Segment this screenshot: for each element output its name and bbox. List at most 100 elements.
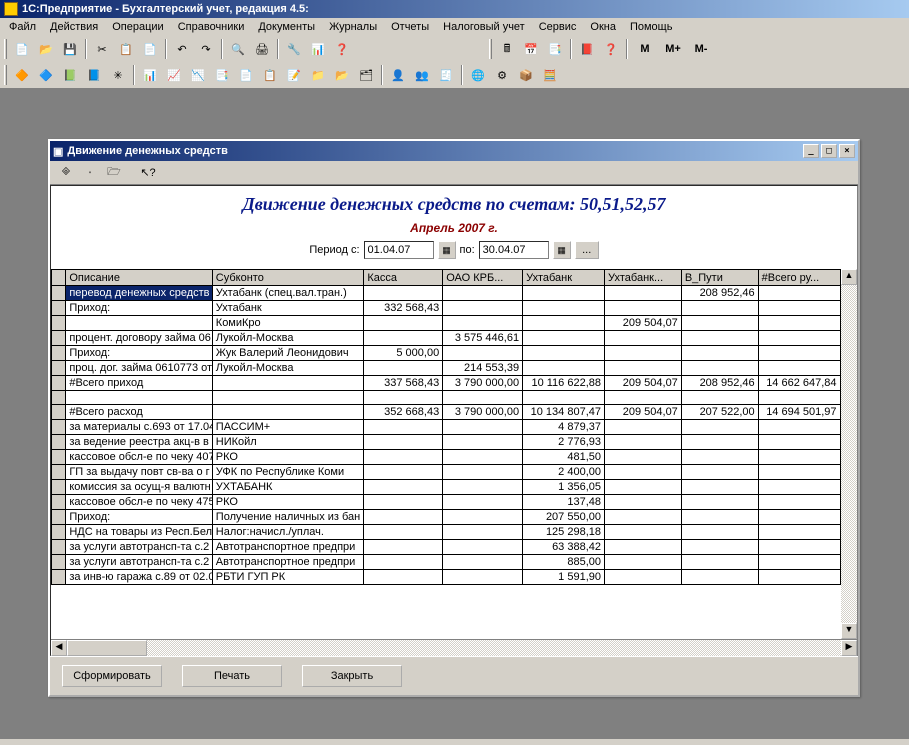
menu-operations[interactable]: Операции bbox=[105, 19, 170, 35]
cell[interactable] bbox=[605, 570, 682, 585]
period-more-button[interactable]: ... bbox=[575, 241, 599, 259]
print-icon[interactable]: 🖨 bbox=[251, 38, 273, 60]
paste-icon[interactable]: 📄 bbox=[139, 38, 161, 60]
cell[interactable] bbox=[523, 361, 605, 376]
cell[interactable] bbox=[364, 465, 443, 480]
row-marker[interactable] bbox=[52, 540, 66, 555]
table-row[interactable]: кассовое обсл-е по чеку 407РКО481,50 bbox=[52, 450, 857, 465]
cell[interactable]: ГП за выдачу повт св-ва о г bbox=[66, 465, 212, 480]
calc-icon[interactable]: 🖩 bbox=[496, 38, 518, 60]
tree-icon[interactable]: 🗁 bbox=[104, 163, 124, 183]
cell[interactable] bbox=[681, 480, 758, 495]
cell[interactable] bbox=[758, 361, 840, 376]
cell[interactable]: 125 298,18 bbox=[523, 525, 605, 540]
cell[interactable] bbox=[758, 540, 840, 555]
col-total[interactable]: #Всего ру... bbox=[758, 270, 840, 286]
cell[interactable]: 5 000,00 bbox=[364, 346, 443, 361]
table-row[interactable]: проц. дог. займа 0610773 отЛукойл-Москва… bbox=[52, 361, 857, 376]
row-marker[interactable] bbox=[52, 495, 66, 510]
cell[interactable]: Ухтабанк bbox=[212, 301, 364, 316]
cell[interactable]: РБТИ ГУП РК bbox=[212, 570, 364, 585]
horizontal-scrollbar[interactable]: ◀ ▶ bbox=[51, 639, 857, 655]
cell[interactable] bbox=[523, 286, 605, 301]
table-row[interactable]: #Всего приход337 568,433 790 000,0010 11… bbox=[52, 376, 857, 391]
t2-icon[interactable]: 🔶 bbox=[11, 64, 33, 86]
help-icon[interactable]: ❓ bbox=[600, 38, 622, 60]
cut-icon[interactable]: ✂ bbox=[91, 38, 113, 60]
cell[interactable] bbox=[364, 555, 443, 570]
cell[interactable]: Автотранспортное предпри bbox=[212, 540, 364, 555]
cell[interactable]: 214 553,39 bbox=[443, 361, 523, 376]
child-titlebar[interactable]: ▣ Движение денежных средств _ □ × bbox=[50, 141, 858, 161]
cell[interactable] bbox=[443, 391, 523, 405]
cell[interactable] bbox=[758, 525, 840, 540]
menu-journals[interactable]: Журналы bbox=[322, 19, 384, 35]
cell[interactable]: 14 694 501,97 bbox=[758, 405, 840, 420]
cell[interactable]: РКО bbox=[212, 450, 364, 465]
tool-icon[interactable]: 📑 bbox=[544, 38, 566, 60]
row-marker[interactable] bbox=[52, 525, 66, 540]
menu-documents[interactable]: Документы bbox=[251, 19, 322, 35]
t2-icon[interactable]: 🗂 bbox=[355, 64, 377, 86]
col-oao-krb[interactable]: ОАО КРБ... bbox=[443, 270, 523, 286]
cell[interactable]: 10 134 807,47 bbox=[523, 405, 605, 420]
cell[interactable] bbox=[364, 420, 443, 435]
grip-icon[interactable] bbox=[4, 39, 7, 59]
col-uhtabank[interactable]: Ухтабанк bbox=[523, 270, 605, 286]
cell[interactable]: 332 568,43 bbox=[364, 301, 443, 316]
open-icon[interactable]: 📂 bbox=[35, 38, 57, 60]
cell[interactable] bbox=[443, 480, 523, 495]
cell[interactable]: за услуги автотрансп-та с.2 bbox=[66, 540, 212, 555]
cell[interactable]: 137,48 bbox=[523, 495, 605, 510]
book-icon[interactable]: 📕 bbox=[576, 38, 598, 60]
tool-icon[interactable]: 📊 bbox=[307, 38, 329, 60]
cell[interactable] bbox=[605, 480, 682, 495]
cell[interactable]: Налог:начисл./уплач. bbox=[212, 525, 364, 540]
cell[interactable] bbox=[681, 465, 758, 480]
cell[interactable] bbox=[758, 465, 840, 480]
cell[interactable] bbox=[605, 495, 682, 510]
cell[interactable]: процент. договору займа 06 bbox=[66, 331, 212, 346]
t2-icon[interactable]: 📑 bbox=[211, 64, 233, 86]
t2-icon[interactable]: 📊 bbox=[139, 64, 161, 86]
cell[interactable] bbox=[681, 420, 758, 435]
table-row[interactable]: Приход:Получение наличных из бан207 550,… bbox=[52, 510, 857, 525]
scroll-track[interactable] bbox=[67, 640, 841, 656]
cell[interactable] bbox=[443, 450, 523, 465]
cell[interactable] bbox=[605, 420, 682, 435]
cell[interactable] bbox=[758, 570, 840, 585]
cell[interactable]: комиссия за осущ-я валютн bbox=[66, 480, 212, 495]
cell[interactable] bbox=[758, 435, 840, 450]
cell[interactable] bbox=[523, 331, 605, 346]
table-row[interactable]: кассовое обсл-е по чеку 475РКО137,48 bbox=[52, 495, 857, 510]
scroll-right-icon[interactable]: ▶ bbox=[841, 640, 857, 656]
tool-icon[interactable]: 🔧 bbox=[283, 38, 305, 60]
grip-icon[interactable] bbox=[4, 65, 7, 85]
table-row[interactable]: КомиКро209 504,07 bbox=[52, 316, 857, 331]
table-row[interactable]: ГП за выдачу повт св-ва о гУФК по Респуб… bbox=[52, 465, 857, 480]
cell[interactable] bbox=[443, 316, 523, 331]
tree-collapse-icon[interactable]: 🞜 bbox=[56, 163, 76, 183]
menu-service[interactable]: Сервис bbox=[532, 19, 584, 35]
cell[interactable] bbox=[443, 495, 523, 510]
vertical-scrollbar[interactable]: ▲ ▼ bbox=[841, 269, 857, 639]
cell[interactable] bbox=[758, 346, 840, 361]
menu-windows[interactable]: Окна bbox=[583, 19, 623, 35]
row-marker[interactable] bbox=[52, 510, 66, 525]
cell[interactable]: 208 952,46 bbox=[681, 376, 758, 391]
cell[interactable] bbox=[443, 301, 523, 316]
cell[interactable]: НИКойл bbox=[212, 435, 364, 450]
col-kassa[interactable]: Касса bbox=[364, 270, 443, 286]
table-row[interactable]: НДС на товары из Респ.БелНалог:начисл./у… bbox=[52, 525, 857, 540]
cell[interactable]: 2 776,93 bbox=[523, 435, 605, 450]
cell[interactable] bbox=[605, 465, 682, 480]
cell[interactable]: 1 591,90 bbox=[523, 570, 605, 585]
cell[interactable]: #Всего приход bbox=[66, 376, 212, 391]
col-vputi[interactable]: В_Пути bbox=[681, 270, 758, 286]
t2-icon[interactable]: 📝 bbox=[283, 64, 305, 86]
row-marker[interactable] bbox=[52, 555, 66, 570]
cell[interactable]: за инв-ю гаража с.89 от 02.0 bbox=[66, 570, 212, 585]
cell[interactable]: КомиКро bbox=[212, 316, 364, 331]
cell[interactable]: 207 522,00 bbox=[681, 405, 758, 420]
cell[interactable] bbox=[681, 525, 758, 540]
